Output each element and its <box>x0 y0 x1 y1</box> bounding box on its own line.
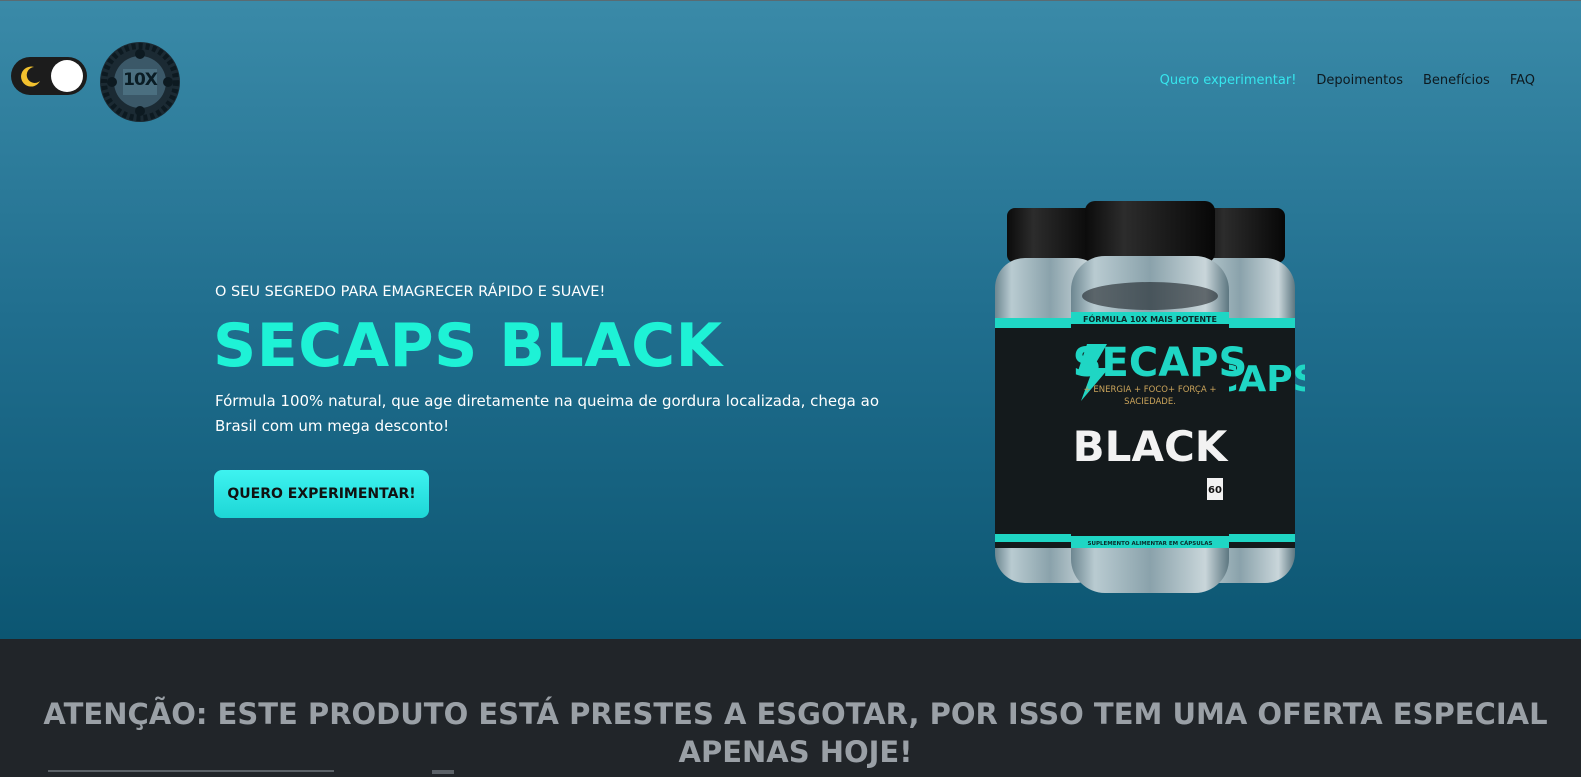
moon-icon <box>21 66 40 87</box>
nav-link-beneficios[interactable]: Benefícios <box>1423 73 1490 88</box>
hero-description: Fórmula 100% natural, que age diretament… <box>215 392 880 435</box>
product-title: SECAPS BLACK <box>213 311 723 381</box>
nav-link-quero-experimentar[interactable]: Quero experimentar! <box>1160 73 1297 88</box>
nav-link-faq[interactable]: FAQ <box>1510 73 1535 88</box>
bottle-brand: SECAPS <box>1073 340 1248 386</box>
scarcity-alert-heading: ATENÇÃO: ESTE PRODUTO ESTÁ PRESTES A ESG… <box>43 697 1548 769</box>
hero-tagline: O SEU SEGREDO PARA EMAGRECER RÁPIDO E SU… <box>215 284 606 300</box>
hero-section: 10X Quero experimentar! Depoimentos Bene… <box>0 0 1581 639</box>
logo-text: 10X <box>123 70 158 90</box>
divider-mark <box>432 770 454 774</box>
brand-logo[interactable]: 10X <box>99 41 181 123</box>
bottle-count-badge: 60 <box>1208 485 1222 496</box>
nav-link-depoimentos[interactable]: Depoimentos <box>1316 73 1403 88</box>
theme-toggle[interactable] <box>11 57 87 95</box>
bottle-band-text: FÓRMULA 10X MAIS POTENTE <box>1083 313 1217 324</box>
bottle-benefits: + ENERGIA + FOCO+ FORÇA + <box>1084 385 1217 395</box>
cta-button[interactable]: QUERO EXPERIMENTAR! <box>214 470 429 518</box>
bottle-footer-text: SUPLEMENTO ALIMENTAR EM CÁPSULAS <box>1088 540 1213 547</box>
toggle-knob <box>51 60 83 92</box>
bottle-benefits-line2: SACIEDADE. <box>1124 397 1176 407</box>
main-nav: Quero experimentar! Depoimentos Benefíci… <box>1160 73 1535 88</box>
bottle-name: BLACK <box>1073 422 1229 471</box>
product-image: SECAPS FÓRMULA 10X MAIS POTENTE SECAPS +… <box>985 196 1319 596</box>
product-bottles-graphic: SECAPS FÓRMULA 10X MAIS POTENTE SECAPS +… <box>995 201 1319 593</box>
divider <box>48 770 334 772</box>
